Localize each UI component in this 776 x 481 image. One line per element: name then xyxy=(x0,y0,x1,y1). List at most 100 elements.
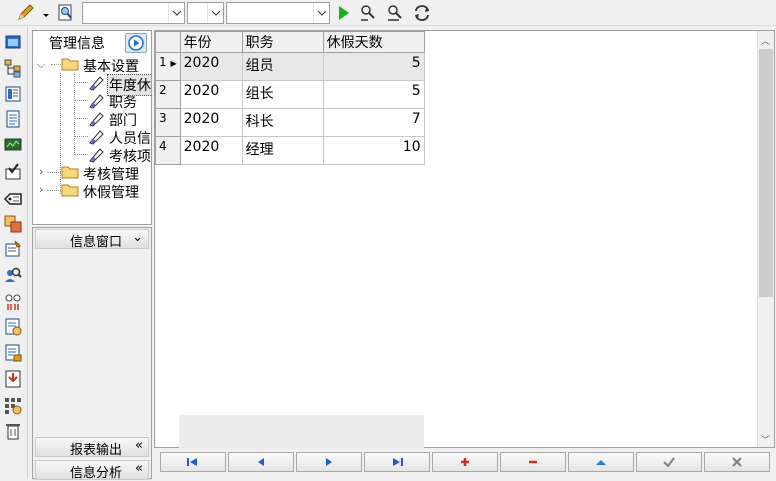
dropdown-arrow-icon[interactable] xyxy=(40,3,52,23)
layers-icon[interactable] xyxy=(3,214,23,234)
chevron-down-icon[interactable] xyxy=(168,3,184,23)
row-number[interactable]: 4 xyxy=(155,136,181,165)
column-header-year[interactable]: 年份 xyxy=(179,31,243,53)
prev-icon xyxy=(258,458,264,466)
management-tree-panel: 管理信息 ⌵ 基本设置 年度休 职务 部门 人员信 考核项 › 考核管理 › 休… xyxy=(32,30,152,225)
tree-node-assessment-item[interactable]: 考核项 xyxy=(87,146,151,165)
filter-combo-3[interactable] xyxy=(226,2,330,24)
cell-position[interactable]: 组员 xyxy=(241,52,324,81)
cell-position[interactable]: 经理 xyxy=(241,136,324,165)
double-chevron-left-icon[interactable]: « xyxy=(135,461,143,476)
info-analysis-header[interactable]: 信息分析 « xyxy=(35,460,149,481)
filter-combo-2[interactable] xyxy=(187,2,224,24)
trash-icon[interactable] xyxy=(3,421,23,441)
scroll-up-icon[interactable]: ︿ xyxy=(761,34,770,47)
info-window-body xyxy=(35,249,149,437)
cell-leave-days[interactable]: 5 xyxy=(322,80,425,109)
pencil-icon[interactable] xyxy=(16,3,36,23)
cell-position[interactable]: 组长 xyxy=(241,80,324,109)
tree-node-assessment-mgmt[interactable]: › 考核管理 xyxy=(37,164,151,183)
add-record-button[interactable] xyxy=(432,452,498,472)
report-lock-icon[interactable] xyxy=(3,343,23,363)
up-triangle-icon xyxy=(596,460,606,465)
tree-node-personnel[interactable]: 人员信 xyxy=(87,128,151,147)
cell-leave-days[interactable]: 7 xyxy=(322,108,425,137)
tree-node-leave-mgmt[interactable]: › 休假管理 xyxy=(37,182,151,201)
tree-connector xyxy=(74,73,75,153)
tree-node-basic-settings[interactable]: ⌵ 基本设置 xyxy=(37,56,151,75)
folder-icon xyxy=(61,57,79,75)
report-output-header[interactable]: 报表输出 « xyxy=(35,437,149,458)
delete-record-button[interactable] xyxy=(500,452,566,472)
chevron-down-icon[interactable]: ⌵ xyxy=(37,58,45,72)
user-search-icon[interactable] xyxy=(3,265,23,285)
column-header-position[interactable]: 职务 xyxy=(241,31,324,53)
info-window-header[interactable]: 信息窗口 ⌄ xyxy=(35,229,149,250)
inbox-check-icon[interactable] xyxy=(3,162,23,182)
vertical-scrollbar[interactable]: ︿ ﹀ xyxy=(757,31,774,447)
tree-connector xyxy=(74,118,88,119)
list-view-icon[interactable] xyxy=(3,84,23,104)
cell-year[interactable]: 2020 xyxy=(179,108,243,137)
export-icon[interactable] xyxy=(3,369,23,389)
main-toolbar xyxy=(0,0,776,26)
play-circle-icon xyxy=(128,35,144,51)
edit-record-button[interactable] xyxy=(568,452,634,472)
chevron-right-icon[interactable]: › xyxy=(39,183,43,196)
tree-connector xyxy=(74,136,88,137)
tree-connector xyxy=(74,100,88,101)
window-icon[interactable] xyxy=(3,32,23,52)
tree-node-department[interactable]: 部门 xyxy=(87,110,151,129)
cell-year[interactable]: 2020 xyxy=(179,52,243,81)
run-icon[interactable] xyxy=(334,3,354,23)
post-record-button[interactable] xyxy=(636,452,702,472)
cell-position[interactable]: 科长 xyxy=(241,108,324,137)
cell-leave-days[interactable]: 5 xyxy=(322,52,425,81)
cell-year[interactable]: 2020 xyxy=(179,80,243,109)
report-settings-icon[interactable] xyxy=(3,317,23,337)
plus-icon xyxy=(461,458,469,466)
filter-combo-1[interactable] xyxy=(82,2,185,24)
next-record-button[interactable] xyxy=(296,452,362,472)
find-icon[interactable] xyxy=(385,3,405,23)
preview-icon[interactable] xyxy=(56,3,76,23)
tag-icon[interactable] xyxy=(3,189,23,209)
prev-record-button[interactable] xyxy=(228,452,294,472)
leave-days-table: 年份 职务 休假天数 1 ▶ 2020 组员 5 2 2020 组长 5 3 2… xyxy=(155,31,425,165)
org-tree-icon[interactable] xyxy=(3,58,23,78)
scroll-down-icon[interactable]: ﹀ xyxy=(761,433,770,446)
row-indicator-header xyxy=(155,31,181,53)
compare-icon[interactable] xyxy=(3,292,23,312)
scrollbar-thumb[interactable] xyxy=(759,49,773,297)
double-chevron-left-icon[interactable]: « xyxy=(135,438,143,453)
row-number[interactable]: 1 ▶ xyxy=(155,52,181,81)
expand-panel-button[interactable] xyxy=(125,33,147,53)
row-number[interactable]: 2 xyxy=(155,80,181,109)
table-row[interactable]: 3 2020 科长 7 xyxy=(155,108,425,137)
chart-monitor-icon[interactable] xyxy=(3,135,23,155)
last-record-button[interactable] xyxy=(364,452,430,472)
chevron-down-icon[interactable] xyxy=(313,3,329,23)
tree-node-label: 考核项 xyxy=(109,149,151,165)
chevron-down-icon[interactable] xyxy=(207,3,223,23)
chevron-right-icon[interactable]: › xyxy=(39,165,43,178)
table-row[interactable]: 1 ▶ 2020 组员 5 xyxy=(155,52,425,81)
tree-node-position[interactable]: 职务 xyxy=(87,92,151,111)
table-row[interactable]: 2 2020 组长 5 xyxy=(155,80,425,109)
refresh-icon[interactable] xyxy=(412,3,432,23)
table-row[interactable]: 4 2020 经理 10 xyxy=(155,136,425,165)
edit-form-icon[interactable] xyxy=(3,239,23,259)
chevron-down-icon[interactable]: ⌄ xyxy=(132,230,143,245)
grid-settings-icon[interactable] xyxy=(3,396,23,416)
search-user-icon[interactable] xyxy=(358,3,378,23)
folder-icon xyxy=(61,165,79,183)
cell-leave-days[interactable]: 10 xyxy=(322,136,425,165)
cancel-record-button[interactable] xyxy=(704,452,770,472)
first-record-button[interactable] xyxy=(160,452,226,472)
tree-node-annual-leave[interactable]: 年度休 xyxy=(87,74,151,96)
last-icon xyxy=(393,458,403,466)
cell-year[interactable]: 2020 xyxy=(179,136,243,165)
document-icon[interactable] xyxy=(3,109,23,129)
column-header-leave-days[interactable]: 休假天数 xyxy=(322,31,425,53)
row-number[interactable]: 3 xyxy=(155,108,181,137)
